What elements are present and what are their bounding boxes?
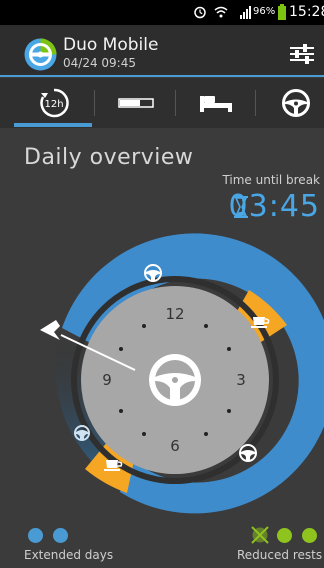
time-until-break-value: 03:45 bbox=[228, 189, 320, 224]
clock-number-9: 9 bbox=[102, 371, 112, 389]
tab-drive[interactable] bbox=[255, 78, 324, 128]
bed-icon bbox=[199, 96, 232, 112]
steering-wheel-icon bbox=[281, 89, 310, 117]
tab-bar: 12h bbox=[0, 78, 324, 128]
status-bar: 96% 15:28 bbox=[0, 0, 324, 25]
app-title: Duo Mobile bbox=[63, 35, 159, 55]
reduced-rest-used-icon bbox=[251, 526, 269, 544]
clock-number-6: 6 bbox=[170, 437, 180, 455]
app-bar: Duo Mobile 04/24 09:45 bbox=[0, 25, 324, 77]
progress-bar-icon bbox=[117, 98, 154, 108]
active-tab-indicator bbox=[14, 123, 92, 127]
reduced-rest-dot bbox=[302, 528, 317, 543]
app-datetime: 04/24 09:45 bbox=[63, 56, 136, 70]
tab-12h[interactable]: 12h bbox=[13, 78, 94, 128]
center-steering-wheel-icon[interactable] bbox=[149, 354, 201, 406]
clock-number-12: 12 bbox=[165, 305, 184, 323]
daily-overview-dial: 12 3 6 9 bbox=[40, 233, 324, 514]
svg-text:12h: 12h bbox=[44, 99, 63, 110]
alarm-icon bbox=[194, 6, 206, 19]
now-pointer-icon bbox=[40, 320, 60, 340]
clock-12h-icon: 12h bbox=[39, 88, 69, 118]
extended-day-dot bbox=[28, 528, 43, 543]
status-time: 15:28 bbox=[289, 4, 324, 20]
tab-progress[interactable] bbox=[95, 78, 176, 128]
extended-days-label: Extended days bbox=[24, 548, 114, 562]
duo-logo-icon[interactable] bbox=[24, 38, 57, 71]
reduced-rests-label: Reduced rests bbox=[237, 548, 323, 562]
extended-day-dot bbox=[53, 528, 68, 543]
tab-rest[interactable] bbox=[175, 78, 256, 128]
battery-percent: 96% bbox=[253, 6, 276, 17]
page-title: Daily overview bbox=[24, 145, 194, 170]
reduced-rest-dot bbox=[277, 528, 292, 543]
battery-icon bbox=[278, 4, 286, 20]
settings-sliders-icon[interactable] bbox=[289, 42, 315, 66]
clock-number-3: 3 bbox=[236, 371, 246, 389]
time-until-break-label: Time until break bbox=[222, 173, 320, 187]
signal-icon bbox=[240, 6, 251, 19]
wifi-icon bbox=[214, 6, 228, 18]
